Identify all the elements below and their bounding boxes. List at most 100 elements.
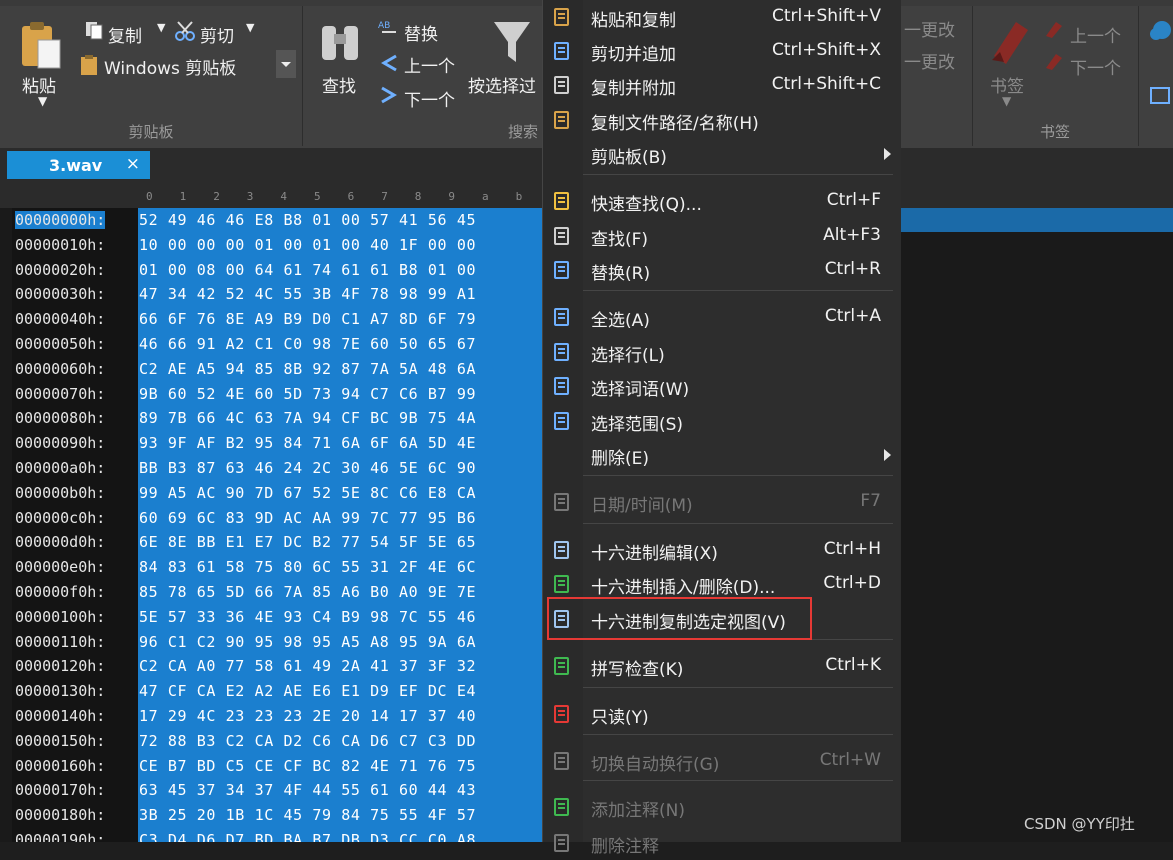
hex-row[interactable]: 00000070h: 9B 60 52 4E 60 5D 73 94 C7 C6 … [0,382,542,406]
menu-item[interactable]: 复制文件路径/名称(H) [543,103,901,137]
row-bytes[interactable]: 99 A5 AC 90 7D 67 52 5E 8C C6 E8 CA [139,484,476,502]
hex-row[interactable]: 00000110h: 96 C1 C2 90 95 98 95 A5 A8 95 … [0,630,542,654]
hex-row[interactable]: 00000050h: 46 66 91 A2 C1 C0 98 7E 60 50 … [0,332,542,356]
menu-item[interactable]: 添加注释(N) [543,790,901,824]
hex-rows[interactable]: 00000000h: 52 49 46 46 E8 B8 01 00 57 41 … [0,208,542,842]
next-bookmark-button[interactable]: 下一个 [1070,54,1121,79]
find-button[interactable]: 查找 [322,72,356,97]
menu-item[interactable]: 切换自动换行(G) Ctrl+W [543,744,901,778]
paste-icon[interactable] [18,18,64,70]
row-bytes[interactable]: 85 78 65 5D 66 7A 85 A6 B0 A0 9E 7E [139,583,476,601]
menu-item[interactable]: 只读(Y) [543,697,901,731]
hex-row[interactable]: 000000f0h: 85 78 65 5D 66 7A 85 A6 B0 A0 … [0,580,542,604]
row-bytes[interactable]: 63 45 37 34 37 4F 44 55 61 60 44 43 [139,781,476,799]
previous-bookmark-button[interactable]: 上一个 [1070,22,1121,47]
hex-row[interactable]: 00000010h: 10 00 00 00 01 00 01 00 40 1F … [0,233,542,257]
tab-close-icon[interactable]: × [126,154,140,174]
row-bytes[interactable]: 96 C1 C2 90 95 98 95 A5 A8 95 9A 6A [139,633,476,651]
row-bytes[interactable]: BB B3 87 63 46 24 2C 30 46 5E 6C 90 [139,459,476,477]
hex-row[interactable]: 00000080h: 89 7B 66 4C 63 7A 94 CF BC 9B … [0,406,542,430]
window-icon[interactable] [1150,86,1170,110]
row-bytes[interactable]: 52 49 46 46 E8 B8 01 00 57 41 56 45 [139,211,476,229]
row-bytes[interactable]: 93 9F AF B2 95 84 71 6A 6F 6A 5D 4E [139,434,476,452]
row-bytes[interactable]: 3B 25 20 1B 1C 45 79 84 75 55 4F 57 [139,806,476,824]
hex-row[interactable]: 00000090h: 93 9F AF B2 95 84 71 6A 6F 6A … [0,431,542,455]
find-previous-icon[interactable] [378,52,400,78]
row-bytes[interactable]: C2 CA A0 77 58 61 49 2A 41 37 3F 32 [139,657,476,675]
row-bytes[interactable]: 66 6F 76 8E A9 B9 D0 C1 A7 8D 6F 79 [139,310,476,328]
hex-row[interactable]: 00000000h: 52 49 46 46 E8 B8 01 00 57 41 … [0,208,542,232]
clipboard-select[interactable]: Windows 剪贴板 [102,50,296,79]
menu-item[interactable]: 选择范围(S) [543,404,901,438]
cut-icon[interactable] [174,20,196,46]
hex-row[interactable]: 00000140h: 17 29 4C 23 23 23 2E 20 14 17 … [0,704,542,728]
hex-row[interactable]: 00000040h: 66 6F 76 8E A9 B9 D0 C1 A7 8D … [0,307,542,331]
menu-item[interactable]: 日期/时间(M) F7 [543,485,901,519]
bookmark-dropdown-icon[interactable]: ▼ [1002,94,1011,108]
row-bytes[interactable]: 46 66 91 A2 C1 C0 98 7E 60 50 65 67 [139,335,476,353]
next-bookmark-icon[interactable] [1042,50,1066,76]
bookmark-icon[interactable] [986,16,1030,70]
menu-item[interactable]: 拼写检查(K) Ctrl+K [543,649,901,683]
paste-dropdown-chevron-icon[interactable]: ▼ [38,94,47,108]
menu-item[interactable]: 复制并附加 Ctrl+Shift+C [543,68,901,102]
hex-row[interactable]: 00000020h: 01 00 08 00 64 61 74 61 61 B8 … [0,258,542,282]
hex-row[interactable]: 000000d0h: 6E 8E BB E1 E7 DC B2 77 54 5F … [0,530,542,554]
menu-item[interactable]: 十六进制插入/删除(D)... Ctrl+D [543,567,901,601]
menu-item[interactable]: 剪贴板(B) [543,137,901,171]
menu-item[interactable]: 快速查找(Q)... Ctrl+F [543,184,901,218]
tab-3-wav[interactable]: 3.wav × [7,151,150,179]
hex-row[interactable]: 00000180h: 3B 25 20 1B 1C 45 79 84 75 55 … [0,803,542,827]
replace-icon[interactable]: AB [378,18,400,44]
binoculars-icon[interactable] [318,18,364,70]
next-change-button[interactable]: 一更改 [904,48,955,73]
replace-button[interactable]: 替换 [404,20,438,45]
menu-item[interactable]: 全选(A) Ctrl+A [543,300,901,334]
clipboard-select-chevron-icon[interactable] [276,50,296,78]
cloud-icon[interactable] [1148,18,1172,48]
row-bytes[interactable]: 17 29 4C 23 23 23 2E 20 14 17 37 40 [139,707,476,725]
hex-row[interactable]: 00000030h: 47 34 42 52 4C 55 3B 4F 78 98 … [0,282,542,306]
hex-row[interactable]: 00000120h: C2 CA A0 77 58 61 49 2A 41 37 … [0,654,542,678]
menu-item[interactable]: 替换(R) Ctrl+R [543,253,901,287]
menu-item[interactable]: 十六进制编辑(X) Ctrl+H [543,533,901,567]
row-bytes[interactable]: 47 CF CA E2 A2 AE E6 E1 D9 EF DC E4 [139,682,476,700]
hex-row[interactable]: 00000190h: C3 D4 D6 D7 BD BA B7 DB D3 CC … [0,828,542,842]
row-bytes[interactable]: 01 00 08 00 64 61 74 61 61 B8 01 00 [139,261,476,279]
row-bytes[interactable]: 10 00 00 00 01 00 01 00 40 1F 00 00 [139,236,476,254]
filter-icon[interactable] [492,18,532,72]
find-next-icon[interactable] [378,84,400,110]
row-bytes[interactable]: 84 83 61 58 75 80 6C 55 31 2F 4E 6C [139,558,476,576]
menu-item[interactable]: 选择词语(W) [543,369,901,403]
menu-item[interactable]: 删除注释 [543,826,901,860]
copy-button[interactable]: 复制 [108,22,142,47]
menu-item[interactable]: 粘贴和复制 Ctrl+Shift+V [543,0,901,34]
hex-row[interactable]: 00000060h: C2 AE A5 94 85 8B 92 87 7A 5A … [0,357,542,381]
hex-row[interactable]: 00000170h: 63 45 37 34 37 4F 44 55 61 60 … [0,778,542,802]
find-next-button[interactable]: 下一个 [404,86,455,111]
menu-item[interactable]: 剪切并追加 Ctrl+Shift+X [543,34,901,68]
previous-bookmark-icon[interactable] [1042,18,1066,44]
copy-dropdown-icon[interactable]: ▼ [157,21,165,34]
row-bytes[interactable]: 9B 60 52 4E 60 5D 73 94 C7 C6 B7 99 [139,385,476,403]
hex-row[interactable]: 000000e0h: 84 83 61 58 75 80 6C 55 31 2F … [0,555,542,579]
filter-by-selection-button[interactable]: 按选择过 [468,72,536,97]
row-bytes[interactable]: 5E 57 33 36 4E 93 C4 B9 98 7C 55 46 [139,608,476,626]
copy-icon[interactable] [84,20,104,44]
hex-row[interactable]: 00000100h: 5E 57 33 36 4E 93 C4 B9 98 7C … [0,605,542,629]
row-bytes[interactable]: 72 88 B3 C2 CA D2 C6 CA D6 C7 C3 DD [139,732,476,750]
row-bytes[interactable]: 89 7B 66 4C 63 7A 94 CF BC 9B 75 4A [139,409,476,427]
hex-row[interactable]: 000000b0h: 99 A5 AC 90 7D 67 52 5E 8C C6 … [0,481,542,505]
hex-row[interactable]: 000000c0h: 60 69 6C 83 9D AC AA 99 7C 77 … [0,506,542,530]
hex-row[interactable]: 000000a0h: BB B3 87 63 46 24 2C 30 46 5E … [0,456,542,480]
find-previous-button[interactable]: 上一个 [404,52,455,77]
menu-item[interactable]: 查找(F) Alt+F3 [543,219,901,253]
row-bytes[interactable]: 60 69 6C 83 9D AC AA 99 7C 77 95 B6 [139,509,476,527]
previous-change-button[interactable]: 一更改 [904,16,955,41]
row-bytes[interactable]: C2 AE A5 94 85 8B 92 87 7A 5A 48 6A [139,360,476,378]
hex-row[interactable]: 00000160h: CE B7 BD C5 CE CF BC 82 4E 71 … [0,754,542,778]
context-menu[interactable]: 粘贴和复制 Ctrl+Shift+V 剪切并追加 Ctrl+Shift+X 复制并附加 C… [542,0,901,857]
row-bytes[interactable]: 47 34 42 52 4C 55 3B 4F 78 98 99 A1 [139,285,476,303]
menu-item[interactable]: 删除(E) [543,438,901,472]
hex-row[interactable]: 00000130h: 47 CF CA E2 A2 AE E6 E1 D9 EF … [0,679,542,703]
